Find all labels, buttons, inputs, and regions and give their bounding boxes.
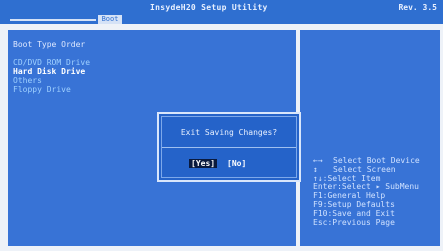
help-row: Esc:Previous Page <box>313 217 420 228</box>
help-text: F10:Save and Exit <box>313 208 395 218</box>
exit-dialog: Exit Saving Changes? [Yes] [No] <box>157 112 301 182</box>
title-bar: InsydeH20 Setup Utility Rev. 3.5 <box>0 0 443 16</box>
yes-button[interactable]: [Yes] <box>189 159 218 168</box>
app-title: InsydeH20 Setup Utility <box>150 3 268 12</box>
boot-item-others[interactable]: Others <box>13 76 42 85</box>
boot-item-floppy[interactable]: Floppy Drive <box>13 85 71 94</box>
boot-item-hard-disk[interactable]: Hard Disk Drive <box>13 67 85 76</box>
help-text: Select Screen <box>333 164 396 174</box>
bios-screen: InsydeH20 Setup Utility Rev. 3.5 Boot Bo… <box>0 0 443 251</box>
dialog-title: Exit Saving Changes? <box>180 128 278 137</box>
boot-type-order-heading: Boot Type Order <box>13 40 86 49</box>
help-text: ↑↓:Select Item <box>313 173 381 183</box>
help-text: Select Boot Device <box>333 156 420 165</box>
tab-boot[interactable]: Boot <box>98 15 122 24</box>
help-text: F9:Setup Defaults <box>313 199 395 209</box>
boot-item-cd-dvd[interactable]: CD/DVD ROM Drive <box>13 58 90 67</box>
tab-strip: Boot <box>0 15 443 24</box>
key-help: ←→ Select Boot Device ↕ Select Screen ↑↓:S… <box>313 156 420 228</box>
version-label: Rev. 3.5 <box>398 3 437 12</box>
help-text: F1:General Help <box>313 191 386 201</box>
tab-divider <box>10 19 96 21</box>
no-button[interactable]: [No] <box>227 159 246 168</box>
dialog-divider <box>162 147 296 148</box>
help-text: Enter:Select ▸ SubMenu <box>313 182 419 192</box>
help-panel: ←→ Select Boot Device ↕ Select Screen ↑↓:S… <box>300 30 440 246</box>
help-text: Esc:Previous Page <box>313 217 395 227</box>
